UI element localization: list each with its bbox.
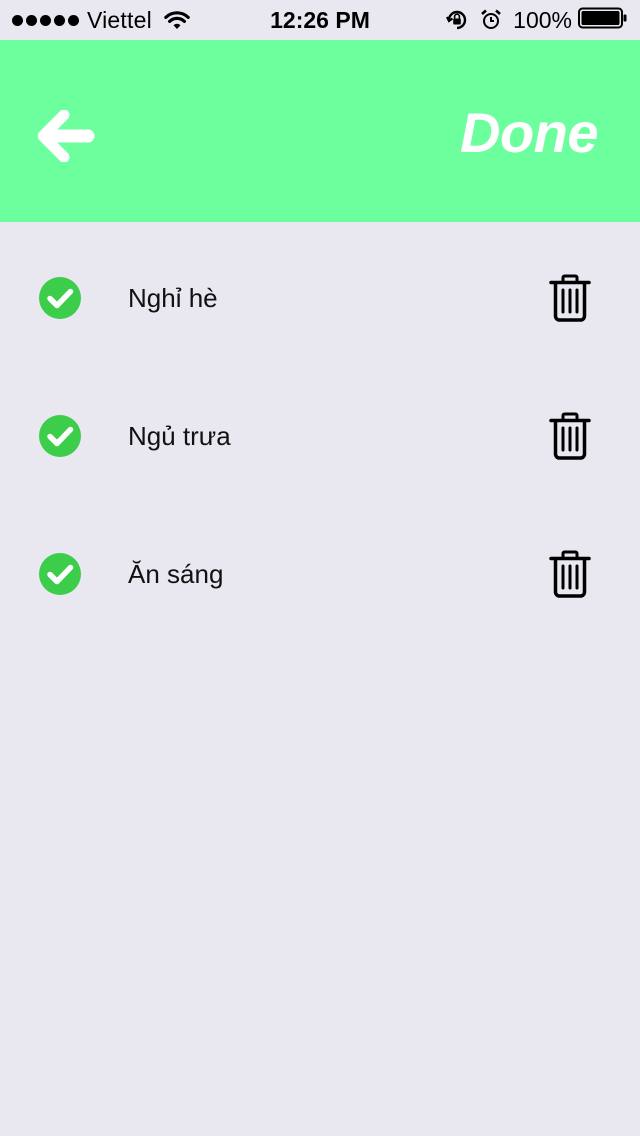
trash-icon[interactable] xyxy=(548,274,592,322)
orientation-lock-icon xyxy=(445,8,469,32)
arrow-left-icon xyxy=(37,109,95,163)
list-item: Ngủ trưa xyxy=(0,367,640,505)
status-bar: Viettel 12:26 PM 100% xyxy=(0,0,640,40)
list-item: Ăn sáng xyxy=(0,505,640,643)
back-button[interactable] xyxy=(37,109,96,163)
item-label: Ngủ trưa xyxy=(128,420,231,451)
battery-icon xyxy=(578,7,628,34)
item-label: Nghỉ hè xyxy=(128,282,218,313)
trash-icon[interactable] xyxy=(548,412,592,460)
trash-icon[interactable] xyxy=(548,550,592,598)
status-bar-right: 100% xyxy=(445,0,628,40)
alarm-icon xyxy=(479,8,503,32)
check-circle-icon[interactable] xyxy=(39,553,81,595)
item-label: Ăn sáng xyxy=(128,558,224,589)
done-button[interactable]: Done xyxy=(460,100,599,165)
check-circle-icon[interactable] xyxy=(39,277,81,319)
task-list: Nghỉ hè Ngủ trưa Ăn sáng xyxy=(0,229,640,643)
check-circle-icon[interactable] xyxy=(39,415,81,457)
battery-percentage: 100% xyxy=(513,6,572,33)
list-item: Nghỉ hè xyxy=(0,229,640,367)
header-bar: Done xyxy=(0,40,640,222)
